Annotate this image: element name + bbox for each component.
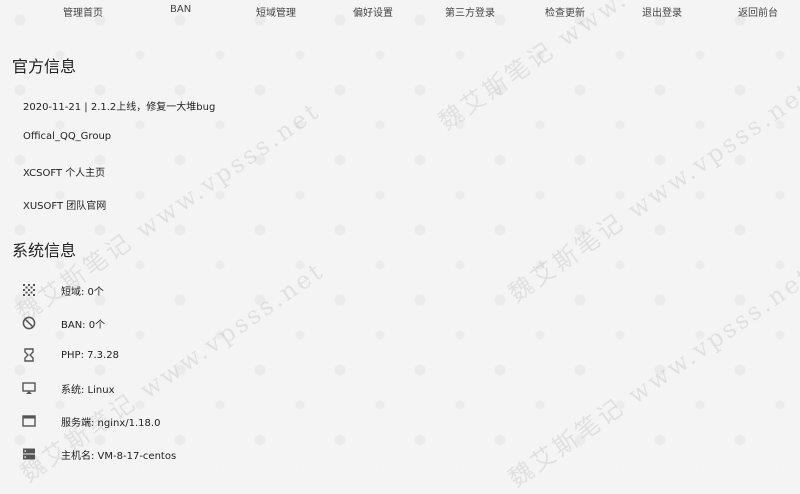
background-pattern bbox=[0, 0, 800, 471]
server-software-row: 服务端: nginx/1.18.0 bbox=[22, 413, 160, 429]
team-website-link[interactable]: XUSOFT 团队官网 bbox=[23, 197, 106, 212]
qq-group-link[interactable]: Offical_QQ_Group bbox=[23, 131, 111, 142]
ban-count-row: BAN: 0个 bbox=[22, 315, 105, 331]
window-icon bbox=[22, 413, 40, 429]
os-row: 系统: Linux bbox=[22, 380, 115, 396]
nav-logout[interactable]: 退出登录 bbox=[642, 4, 682, 19]
nav-ban[interactable]: BAN bbox=[170, 4, 191, 15]
official-info-heading: 官方信息 bbox=[12, 53, 76, 77]
nav-third-party-login[interactable]: 第三方登录 bbox=[445, 4, 495, 19]
short-domain-count: 短域: 0个 bbox=[61, 283, 104, 298]
announcement-link[interactable]: 2020-11-21 | 2.1.2上线，修复一大堆bug bbox=[23, 98, 215, 113]
hourglass-icon bbox=[22, 347, 40, 363]
server-icon bbox=[22, 446, 40, 462]
watermark: 魏艾斯笔记 www.vpsss.net bbox=[500, 71, 800, 308]
system-info-heading: 系统信息 bbox=[12, 237, 76, 261]
block-icon bbox=[22, 315, 40, 331]
nav-preferences[interactable]: 偏好设置 bbox=[353, 4, 393, 19]
ban-count: BAN: 0个 bbox=[61, 316, 105, 331]
nav-check-update[interactable]: 检查更新 bbox=[545, 4, 585, 19]
short-domain-count-row: 短域: 0个 bbox=[22, 282, 104, 298]
nav-admin-home[interactable]: 管理首页 bbox=[63, 4, 103, 19]
os-info: 系统: Linux bbox=[61, 381, 115, 396]
watermark: 魏艾斯笔记 www.vpsss.net bbox=[500, 256, 800, 493]
top-navigation: 管理首页 BAN 短域管理 偏好设置 第三方登录 检查更新 退出登录 返回前台 bbox=[0, 0, 800, 24]
nav-back-to-frontend[interactable]: 返回前台 bbox=[738, 4, 778, 19]
monitor-icon bbox=[22, 380, 40, 396]
php-version-row: PHP: 7.3.28 bbox=[22, 347, 119, 363]
grid-dots-icon bbox=[22, 282, 40, 298]
hostname-row: 主机名: VM-8-17-centos bbox=[22, 446, 176, 462]
nav-short-domain[interactable]: 短域管理 bbox=[256, 4, 296, 19]
server-software: 服务端: nginx/1.18.0 bbox=[61, 414, 160, 429]
hostname: 主机名: VM-8-17-centos bbox=[61, 447, 176, 462]
php-version: PHP: 7.3.28 bbox=[61, 350, 119, 361]
personal-homepage-link[interactable]: XCSOFT 个人主页 bbox=[23, 164, 105, 179]
